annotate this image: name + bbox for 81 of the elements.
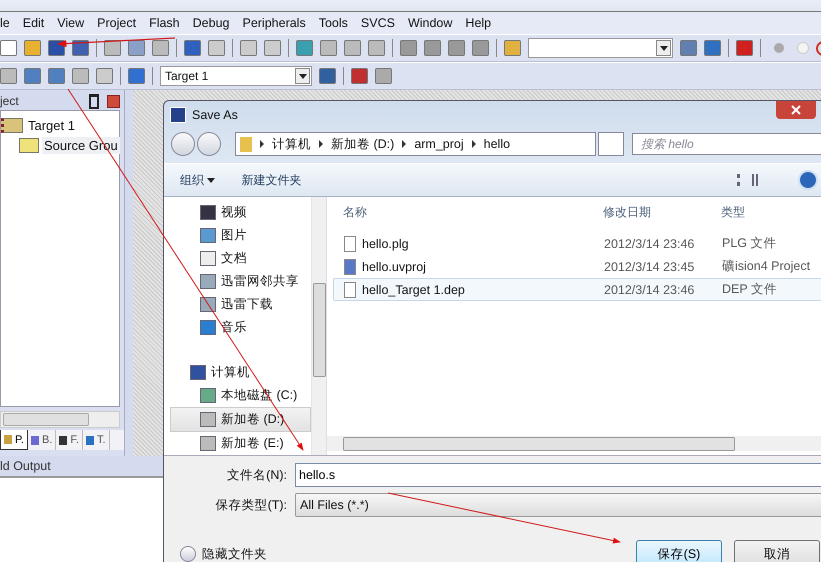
menu-item[interactable]: Peripherals <box>238 16 315 30</box>
help-icon[interactable] <box>798 170 818 190</box>
nav-item[interactable]: 文档 <box>164 247 311 270</box>
folder-icon <box>240 136 252 152</box>
chevron-icon[interactable] <box>402 140 406 148</box>
panel-tab[interactable]: P. <box>0 430 28 450</box>
organize-button[interactable]: 组织 <box>172 168 224 192</box>
breadcrumb-item[interactable]: hello <box>484 137 510 151</box>
menu-item[interactable]: Flash <box>145 16 189 30</box>
cancel-button[interactable]: 取消 <box>734 540 820 562</box>
menu-item[interactable]: Tools <box>314 16 357 30</box>
collapse-icon <box>180 546 196 562</box>
menu-item[interactable]: Window <box>404 16 462 30</box>
search-field[interactable]: 搜索 hello <box>632 133 821 155</box>
menu-item[interactable]: Help <box>461 16 500 30</box>
file-icon <box>344 236 356 252</box>
close-button[interactable] <box>776 101 816 119</box>
column-header[interactable]: 名称 <box>333 204 603 220</box>
file-type-dropdown[interactable]: All Files (*.*) <box>295 493 821 517</box>
refresh-button[interactable] <box>598 132 624 156</box>
menu-item[interactable]: Edit <box>18 16 54 30</box>
filename-field[interactable]: hello.s <box>295 463 821 487</box>
chevron-icon[interactable] <box>319 140 323 148</box>
vertical-scrollbar[interactable] <box>311 197 326 455</box>
tree-item[interactable]: Target 1 <box>26 116 77 134</box>
view-options-icon[interactable] <box>737 174 758 186</box>
panel-title: ject <box>0 94 20 108</box>
file-name: hello.plg <box>362 236 409 250</box>
file-row[interactable]: hello.plg 2012/3/14 23:46 PLG 文件 <box>333 232 821 255</box>
menu-item[interactable]: View <box>53 16 94 30</box>
file-icon <box>344 282 356 298</box>
nav-item[interactable]: 视频 <box>164 201 311 224</box>
chevron-icon[interactable] <box>472 140 476 148</box>
column-header[interactable]: 类型 <box>721 204 821 220</box>
horizontal-scrollbar[interactable] <box>0 411 120 428</box>
folder-icon <box>1 118 23 132</box>
panel-tab[interactable]: B. <box>28 430 56 450</box>
file-icon <box>344 258 356 274</box>
horizontal-scrollbar[interactable] <box>327 436 821 451</box>
nav-item[interactable]: 新加卷 (E:) <box>164 432 311 455</box>
new-folder-button[interactable]: 新建文件夹 <box>233 168 310 192</box>
close-icon[interactable] <box>107 94 120 108</box>
dialog-title: Save As <box>192 108 239 122</box>
back-button[interactable] <box>171 132 195 156</box>
breakpoint-icon[interactable] <box>774 43 784 53</box>
file-name: hello.uvproj <box>362 260 426 274</box>
nav-item[interactable]: 图片 <box>164 224 311 247</box>
panel-tab[interactable]: T. <box>82 430 110 450</box>
folder-icon <box>19 138 39 152</box>
file-type: 礦ision4 Project <box>722 258 812 275</box>
panel-tab[interactable]: F. <box>56 430 83 450</box>
field-label: 文件名(N): <box>226 466 287 484</box>
file-date: 2012/3/14 23:46 <box>604 282 696 296</box>
breadcrumb-item[interactable]: 计算机 <box>272 136 311 152</box>
nav-item[interactable]: 迅雷下载 <box>164 293 311 316</box>
field-label: 保存类型(T): <box>214 496 287 514</box>
column-header[interactable]: 修改日期 <box>603 204 721 220</box>
target-dropdown[interactable]: Target 1 <box>160 66 312 86</box>
file-date: 2012/3/14 23:45 <box>604 260 696 274</box>
file-row[interactable]: hello.uvproj 2012/3/14 23:45 礦ision4 Project <box>333 255 821 278</box>
panel-title: ld Output <box>0 459 51 473</box>
chevron-icon[interactable] <box>260 140 264 148</box>
menu-item[interactable]: SVCS <box>356 16 404 30</box>
menu-item[interactable]: Project <box>93 16 146 30</box>
breadcrumb-item[interactable]: arm_proj <box>414 137 464 151</box>
nav-item[interactable]: 计算机 <box>164 361 311 384</box>
file-row[interactable]: hello_Target 1.dep 2012/3/14 23:46 DEP 文件 <box>333 278 821 301</box>
menu-item[interactable]: le <box>0 16 19 30</box>
file-type: DEP 文件 <box>722 281 778 298</box>
close-icon <box>791 105 801 115</box>
breadcrumb-item[interactable]: 新加卷 (D:) <box>331 136 394 152</box>
file-date: 2012/3/14 23:46 <box>604 236 696 250</box>
address-bar[interactable]: 计算机 新加卷 (D:) arm_proj hello <box>235 132 596 156</box>
menu-item[interactable]: Debug <box>188 16 238 30</box>
file-name: hello_Target 1.dep <box>362 282 465 296</box>
file-type: PLG 文件 <box>722 235 778 252</box>
forward-button[interactable] <box>197 132 221 156</box>
hide-folders-button[interactable]: 隐藏文件夹 <box>180 546 267 562</box>
save-button[interactable]: 保存(S) <box>636 540 722 562</box>
nav-item[interactable]: 新加卷 (D:) <box>170 407 311 432</box>
nav-item[interactable]: 迅雷网邻共享 <box>164 270 311 293</box>
